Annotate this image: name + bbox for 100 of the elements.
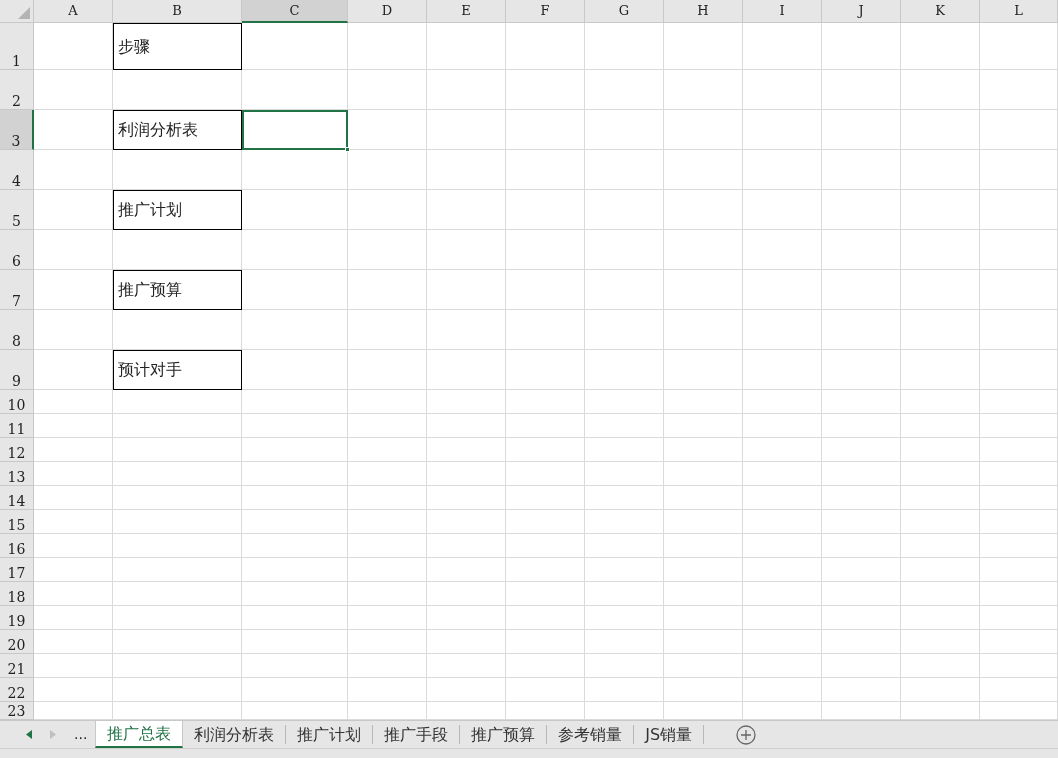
empty-cell[interactable] (506, 438, 585, 462)
empty-cell[interactable] (743, 414, 822, 438)
empty-cell[interactable] (743, 310, 822, 350)
empty-cell[interactable] (242, 350, 348, 390)
empty-cell[interactable] (980, 486, 1058, 510)
empty-cell[interactable] (427, 678, 506, 702)
empty-cell[interactable] (113, 558, 242, 582)
empty-cell[interactable] (506, 110, 585, 150)
empty-cell[interactable] (901, 510, 980, 534)
empty-cell[interactable] (348, 414, 427, 438)
empty-cell[interactable] (664, 350, 743, 390)
empty-cell[interactable] (980, 462, 1058, 486)
row-header[interactable]: 1 (0, 23, 34, 70)
empty-cell[interactable] (822, 70, 901, 110)
empty-cell[interactable] (427, 438, 506, 462)
empty-cell[interactable] (901, 230, 980, 270)
empty-cell[interactable] (980, 350, 1058, 390)
column-header[interactable]: A (34, 0, 113, 23)
row-header[interactable]: 19 (0, 606, 34, 630)
empty-cell[interactable] (743, 462, 822, 486)
empty-cell[interactable] (242, 510, 348, 534)
empty-cell[interactable] (242, 654, 348, 678)
empty-cell[interactable] (664, 310, 743, 350)
empty-cell[interactable] (348, 486, 427, 510)
empty-cell[interactable] (585, 558, 664, 582)
empty-cell[interactable] (901, 534, 980, 558)
empty-cell[interactable] (506, 606, 585, 630)
empty-cell[interactable] (113, 630, 242, 654)
empty-cell[interactable] (113, 438, 242, 462)
empty-cell[interactable] (506, 486, 585, 510)
empty-cell[interactable] (743, 350, 822, 390)
empty-cell[interactable] (664, 23, 743, 70)
sheet-tab[interactable]: 推广计划 (286, 725, 374, 744)
empty-cell[interactable] (585, 230, 664, 270)
empty-cell[interactable] (427, 190, 506, 230)
empty-cell[interactable] (113, 390, 242, 414)
empty-cell[interactable] (901, 70, 980, 110)
sheet-tab[interactable]: 参考销量 (547, 725, 635, 744)
empty-cell[interactable] (664, 438, 743, 462)
empty-cell[interactable] (427, 462, 506, 486)
row-header[interactable]: 22 (0, 678, 34, 702)
empty-cell[interactable] (113, 486, 242, 510)
empty-cell[interactable] (348, 654, 427, 678)
empty-cell[interactable] (664, 70, 743, 110)
row-header[interactable]: 9 (0, 350, 34, 390)
fill-handle[interactable] (345, 147, 350, 152)
empty-cell[interactable] (822, 510, 901, 534)
empty-cell[interactable] (585, 534, 664, 558)
empty-cell[interactable] (348, 678, 427, 702)
empty-cell[interactable] (242, 486, 348, 510)
empty-cell[interactable] (664, 486, 743, 510)
column-header[interactable]: D (348, 0, 427, 23)
empty-cell[interactable] (664, 190, 743, 230)
empty-cell[interactable] (113, 230, 242, 270)
selected-cell[interactable] (242, 110, 348, 150)
empty-cell[interactable] (427, 110, 506, 150)
empty-cell[interactable] (348, 390, 427, 414)
empty-cell[interactable] (664, 654, 743, 678)
empty-cell[interactable] (348, 70, 427, 110)
empty-cell[interactable] (427, 150, 506, 190)
empty-cell[interactable] (348, 630, 427, 654)
empty-cell[interactable] (822, 582, 901, 606)
empty-cell[interactable] (743, 270, 822, 310)
empty-cell[interactable] (242, 70, 348, 110)
empty-cell[interactable] (822, 462, 901, 486)
empty-cell[interactable] (822, 558, 901, 582)
empty-cell[interactable] (113, 310, 242, 350)
empty-cell[interactable] (901, 558, 980, 582)
empty-cell[interactable] (348, 230, 427, 270)
empty-cell[interactable] (585, 510, 664, 534)
row-header[interactable]: 18 (0, 582, 34, 606)
empty-cell[interactable] (506, 678, 585, 702)
empty-cell[interactable] (113, 534, 242, 558)
empty-cell[interactable] (348, 510, 427, 534)
select-all-icon[interactable] (18, 7, 30, 19)
empty-cell[interactable] (348, 582, 427, 606)
empty-cell[interactable] (901, 414, 980, 438)
empty-cell[interactable] (585, 582, 664, 606)
empty-cell[interactable] (901, 606, 980, 630)
empty-cell[interactable] (506, 70, 585, 110)
empty-cell[interactable] (113, 462, 242, 486)
empty-cell[interactable] (427, 23, 506, 70)
empty-cell[interactable] (585, 110, 664, 150)
empty-cell[interactable] (348, 558, 427, 582)
empty-cell[interactable] (822, 486, 901, 510)
empty-cell[interactable] (743, 654, 822, 678)
empty-cell[interactable] (242, 678, 348, 702)
empty-cell[interactable] (901, 110, 980, 150)
empty-cell[interactable] (980, 110, 1058, 150)
empty-cell[interactable] (901, 190, 980, 230)
empty-cell[interactable] (242, 310, 348, 350)
sheet-tab[interactable]: 推广总表 (95, 721, 184, 748)
empty-cell[interactable] (743, 606, 822, 630)
empty-cell[interactable] (427, 558, 506, 582)
column-header[interactable]: J (822, 0, 901, 23)
row-header[interactable]: 14 (0, 486, 34, 510)
empty-cell[interactable] (743, 558, 822, 582)
sheet-tab[interactable]: 推广预算 (460, 725, 548, 744)
empty-cell[interactable] (506, 534, 585, 558)
empty-cell[interactable] (506, 150, 585, 190)
